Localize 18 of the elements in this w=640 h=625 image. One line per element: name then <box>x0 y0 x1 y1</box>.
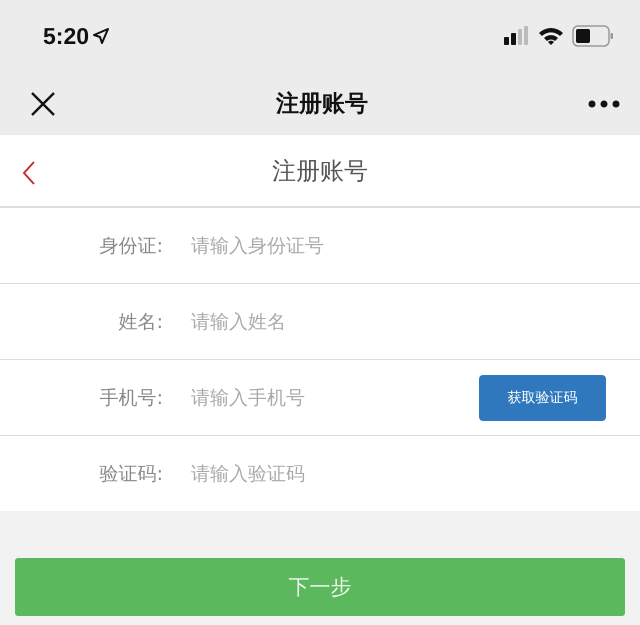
field-label: 姓名: <box>118 310 163 334</box>
input-field[interactable]: 请输入验证码 <box>189 462 606 486</box>
input-field[interactable]: 请输入身份证号 <box>189 234 606 258</box>
signal-icon <box>504 26 530 46</box>
location-arrow-icon <box>93 28 110 44</box>
close-icon[interactable] <box>30 90 56 116</box>
field-label: 验证码: <box>98 462 163 486</box>
field-label: 手机号: <box>98 386 163 410</box>
input-field[interactable]: 请输入姓名 <box>189 310 606 334</box>
more-icon[interactable] <box>588 100 620 108</box>
status-time: 5:20 <box>43 22 90 50</box>
input-field[interactable]: 请输入手机号 <box>189 386 479 410</box>
nav-title: 注册账号 <box>276 90 368 119</box>
get-code-button[interactable]: 获取验证码 <box>479 374 606 420</box>
field-label: 身份证: <box>98 234 163 258</box>
wifi-icon <box>538 26 564 46</box>
page-title: 注册账号 <box>272 156 368 186</box>
battery-icon <box>572 25 614 47</box>
